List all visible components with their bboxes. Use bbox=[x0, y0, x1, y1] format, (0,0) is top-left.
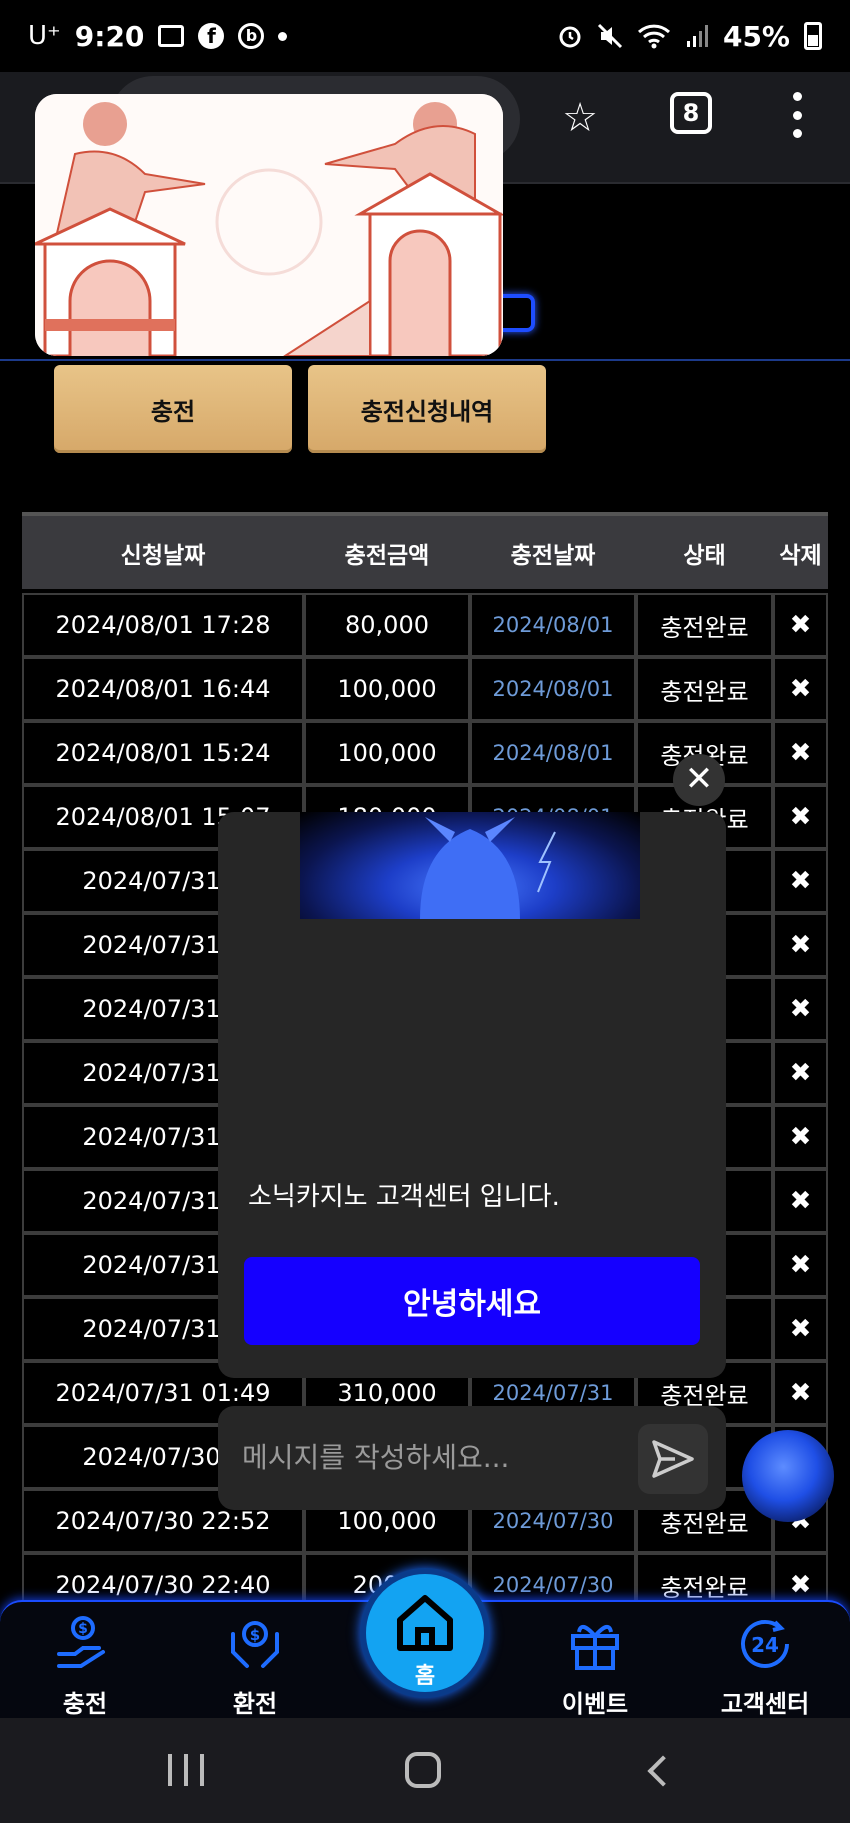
nav-item-exchange[interactable]: $ 환전 bbox=[180, 1602, 330, 1720]
chat-panel: 소닉카지노 고객센터 입니다. 안녕하세요 bbox=[218, 812, 726, 1378]
header-request-date: 신청날짜 bbox=[120, 542, 206, 569]
recent-apps-button[interactable] bbox=[168, 1754, 204, 1786]
cell-status: 충전완료 bbox=[636, 593, 773, 657]
header-amount: 충전금액 bbox=[344, 542, 430, 569]
support-24-icon: 24 bbox=[741, 1619, 789, 1668]
sonic-chat-launcher-icon[interactable] bbox=[742, 1430, 834, 1522]
delete-row-button[interactable]: ✖ bbox=[773, 657, 828, 721]
delete-row-button[interactable]: ✖ bbox=[773, 785, 828, 849]
deposit-icon: $ bbox=[57, 1616, 105, 1668]
alarm-icon bbox=[559, 26, 581, 48]
cell-request-date: 2024/08/01 16:44 bbox=[22, 657, 304, 721]
facebook-icon: f bbox=[198, 23, 225, 49]
nav-item-support[interactable]: 24 고객센터 bbox=[690, 1602, 840, 1720]
send-icon bbox=[652, 1440, 694, 1478]
b-app-icon: b bbox=[238, 23, 265, 49]
delete-row-button[interactable]: ✖ bbox=[773, 1169, 828, 1233]
delete-row-button[interactable]: ✖ bbox=[773, 1233, 828, 1297]
mute-icon bbox=[597, 23, 623, 49]
gift-icon bbox=[571, 1624, 619, 1670]
sonic-banner-image bbox=[300, 812, 640, 919]
chat-input[interactable]: 메시지를 작성하세요... bbox=[218, 1406, 726, 1510]
cell-request-date: 2024/08/01 17:28 bbox=[22, 593, 304, 657]
bookmark-star-icon[interactable]: ☆ bbox=[559, 97, 601, 139]
signal-icon bbox=[686, 25, 708, 47]
overflow-menu-icon[interactable] bbox=[790, 92, 804, 138]
nav-label-exchange: 환전 bbox=[232, 1690, 278, 1718]
cell-amount: 80,000 bbox=[304, 593, 470, 657]
header-status: 상태 bbox=[683, 542, 726, 569]
battery-percent: 45% bbox=[722, 19, 790, 53]
header-charge-date: 충전날짜 bbox=[510, 542, 596, 569]
svg-text:$: $ bbox=[78, 1621, 88, 1637]
delete-row-button[interactable]: ✖ bbox=[773, 913, 828, 977]
cell-charge-date: 2024/08/01 bbox=[470, 657, 636, 721]
carrier-label: U⁺ bbox=[28, 21, 61, 51]
gallery-icon bbox=[158, 25, 185, 47]
table-header: 신청날짜 충전금액 충전날짜 상태 삭제 bbox=[22, 512, 828, 589]
system-home-button[interactable] bbox=[405, 1752, 441, 1788]
ad-overlay-image[interactable] bbox=[35, 94, 503, 356]
delete-row-button[interactable]: ✖ bbox=[773, 1361, 828, 1425]
exchange-icon: $ bbox=[231, 1621, 279, 1668]
tab-switcher-button[interactable]: 8 bbox=[670, 92, 712, 134]
delete-row-button[interactable]: ✖ bbox=[773, 977, 828, 1041]
delete-row-button[interactable]: ✖ bbox=[773, 1105, 828, 1169]
table-row: 2024/08/01 17:28 80,000 2024/08/01 충전완료 ✖ bbox=[22, 593, 828, 657]
nav-item-charge[interactable]: $ 충전 bbox=[10, 1602, 160, 1720]
cell-amount: 100,000 bbox=[304, 721, 470, 785]
table-row: 2024/08/01 16:44 100,000 2024/08/01 충전완료 ✖ bbox=[22, 657, 828, 721]
delete-row-button[interactable]: ✖ bbox=[773, 1297, 828, 1361]
nav-label-home: 홈 bbox=[414, 1664, 436, 1689]
clock: 9:20 bbox=[74, 19, 145, 53]
system-nav-bar bbox=[0, 1718, 850, 1823]
charge-button[interactable]: 충전 bbox=[54, 365, 292, 453]
notification-dot-icon bbox=[278, 31, 288, 41]
nav-item-event[interactable]: 이벤트 bbox=[520, 1602, 670, 1720]
cell-amount: 100,000 bbox=[304, 657, 470, 721]
cell-charge-date: 2024/08/01 bbox=[470, 593, 636, 657]
cell-charge-date: 2024/08/01 bbox=[470, 721, 636, 785]
send-button[interactable] bbox=[638, 1424, 708, 1494]
cell-status: 충전완료 bbox=[636, 657, 773, 721]
delete-row-button[interactable]: ✖ bbox=[773, 721, 828, 785]
chat-close-button[interactable]: ✕ bbox=[673, 754, 725, 806]
battery-icon bbox=[804, 22, 822, 50]
greeting-button[interactable]: 안녕하세요 bbox=[244, 1257, 700, 1345]
nav-label-event: 이벤트 bbox=[561, 1690, 629, 1718]
status-bar: U⁺ 9:20 f b 45% bbox=[0, 0, 850, 72]
chat-message: 소닉카지노 고객센터 입니다. bbox=[248, 1182, 560, 1212]
system-back-button[interactable] bbox=[647, 1755, 679, 1787]
chat-input-placeholder: 메시지를 작성하세요... bbox=[242, 1441, 510, 1474]
nav-item-home[interactable]: 홈 bbox=[360, 1568, 490, 1698]
nav-label-charge: 충전 bbox=[62, 1690, 108, 1718]
nav-label-support: 고객센터 bbox=[720, 1690, 810, 1718]
charge-history-button[interactable]: 충전신청내역 bbox=[308, 365, 546, 453]
svg-text:24: 24 bbox=[751, 1633, 779, 1657]
cell-request-date: 2024/08/01 15:24 bbox=[22, 721, 304, 785]
delete-row-button[interactable]: ✖ bbox=[773, 849, 828, 913]
ad-illustration bbox=[35, 94, 503, 356]
delete-row-button[interactable]: ✖ bbox=[773, 1041, 828, 1105]
home-icon bbox=[397, 1595, 453, 1651]
delete-row-button[interactable]: ✖ bbox=[773, 593, 828, 657]
wifi-icon bbox=[637, 24, 670, 49]
svg-text:$: $ bbox=[250, 1626, 260, 1644]
header-delete: 삭제 bbox=[779, 542, 822, 569]
